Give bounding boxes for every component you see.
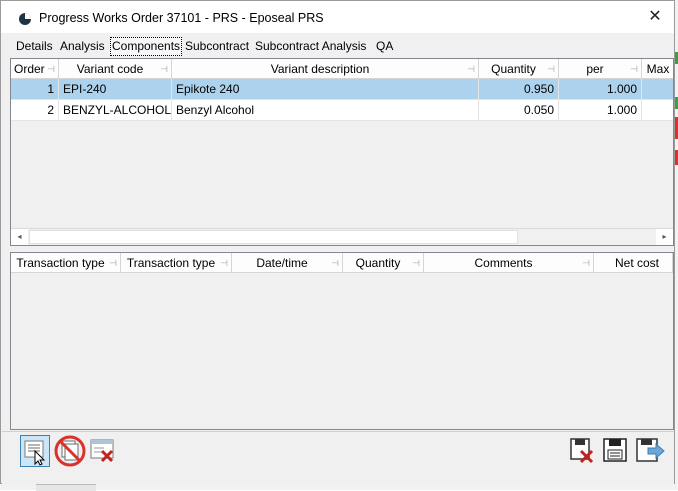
column-header-variant-description[interactable]: Variant description ⊣ <box>172 59 479 79</box>
cell-variant-code: EPI-240 <box>59 79 172 100</box>
save-and-close-button[interactable] <box>634 435 665 467</box>
column-header-transaction-type[interactable]: Transaction type ⊣ <box>11 253 121 273</box>
tab-details[interactable]: Details <box>15 38 54 55</box>
column-header-variant-code[interactable]: Variant code ⊣ <box>59 59 172 79</box>
tab-bar: Details Analysis Components Subcontract … <box>1 37 674 57</box>
column-header-quantity[interactable]: Quantity ⊣ <box>343 253 424 273</box>
progress-works-order-dialog: Progress Works Order 37101 - PRS - Epose… <box>0 0 675 484</box>
copy-disabled-button[interactable] <box>53 435 86 467</box>
cell-variant-description: Benzyl Alcohol <box>172 100 479 121</box>
pin-icon[interactable]: ⊣ <box>220 253 228 272</box>
pin-icon[interactable]: ⊣ <box>547 59 555 78</box>
scroll-left-icon[interactable]: ◂ <box>11 229 28 245</box>
tab-subcontract[interactable]: Subcontract <box>184 38 250 55</box>
pin-icon[interactable]: ⊣ <box>582 253 590 272</box>
tab-subcontract-analysis[interactable]: Subcontract Analysis <box>254 38 367 55</box>
column-header-quantity[interactable]: Quantity ⊣ <box>479 59 559 79</box>
pin-icon[interactable]: ⊣ <box>47 59 55 78</box>
column-header-net-cost[interactable]: Net cost <box>594 253 673 273</box>
cell-order: 1 <box>11 79 59 100</box>
pin-icon[interactable]: ⊣ <box>331 253 339 272</box>
pin-icon[interactable]: ⊣ <box>467 59 475 78</box>
cell-quantity: 0.950 <box>479 79 559 100</box>
horizontal-scrollbar[interactable]: ◂ ▸ <box>11 228 673 245</box>
prohibited-copy-icon <box>54 435 86 467</box>
tab-analysis[interactable]: Analysis <box>59 38 106 55</box>
delete-row-button[interactable] <box>88 435 118 467</box>
cell-per: 1.000 <box>559 100 642 121</box>
discard-icon <box>570 438 594 464</box>
grid-empty-area <box>11 121 673 228</box>
pin-icon[interactable]: ⊣ <box>160 59 168 78</box>
column-header-max[interactable]: Max <box>642 59 673 79</box>
scrollbar-thumb[interactable] <box>29 230 518 244</box>
transactions-grid[interactable]: Transaction type ⊣ Transaction type ⊣ Da… <box>10 252 674 430</box>
scroll-right-icon[interactable]: ▸ <box>656 229 673 245</box>
table-row[interactable]: 2 BENZYL-ALCOHOL Benzyl Alcohol 0.050 1.… <box>11 100 673 121</box>
cell-per: 1.000 <box>559 79 642 100</box>
tab-qa[interactable]: QA <box>375 38 394 55</box>
window-title: Progress Works Order 37101 - PRS - Epose… <box>39 11 324 25</box>
column-header-transaction-type-2[interactable]: Transaction type ⊣ <box>121 253 232 273</box>
discard-button[interactable] <box>567 435 597 467</box>
column-header-comments[interactable]: Comments ⊣ <box>424 253 594 273</box>
cell-quantity: 0.050 <box>479 100 559 121</box>
save-and-close-icon <box>636 438 665 462</box>
cell-variant-description: Epikote 240 <box>172 79 479 100</box>
column-header-per[interactable]: per ⊣ <box>559 59 642 79</box>
pin-icon[interactable]: ⊣ <box>412 253 420 272</box>
pin-icon[interactable]: ⊣ <box>109 253 117 272</box>
pie-chart-icon <box>19 13 31 25</box>
title-bar[interactable]: Progress Works Order 37101 - PRS - Epose… <box>1 1 674 33</box>
close-button[interactable]: ✕ <box>641 5 669 29</box>
edit-button[interactable] <box>20 435 50 467</box>
edit-list-icon <box>24 440 46 466</box>
delete-row-icon <box>90 439 114 463</box>
column-header-order[interactable]: Order ⊣ <box>11 59 59 79</box>
save-button[interactable] <box>601 435 631 467</box>
cell-order: 2 <box>11 100 59 121</box>
tab-components[interactable]: Components <box>110 37 183 56</box>
column-header-date-time[interactable]: Date/time ⊣ <box>232 253 343 273</box>
cell-max <box>642 79 673 100</box>
components-grid[interactable]: Order ⊣ Variant code ⊣ Variant descripti… <box>10 58 674 246</box>
cell-variant-code: BENZYL-ALCOHOL <box>59 100 172 121</box>
table-row[interactable]: 1 EPI-240 Epikote 240 0.950 1.000 <box>11 79 673 100</box>
cell-max <box>642 100 673 121</box>
pin-icon[interactable]: ⊣ <box>630 59 638 78</box>
save-icon <box>603 438 627 462</box>
